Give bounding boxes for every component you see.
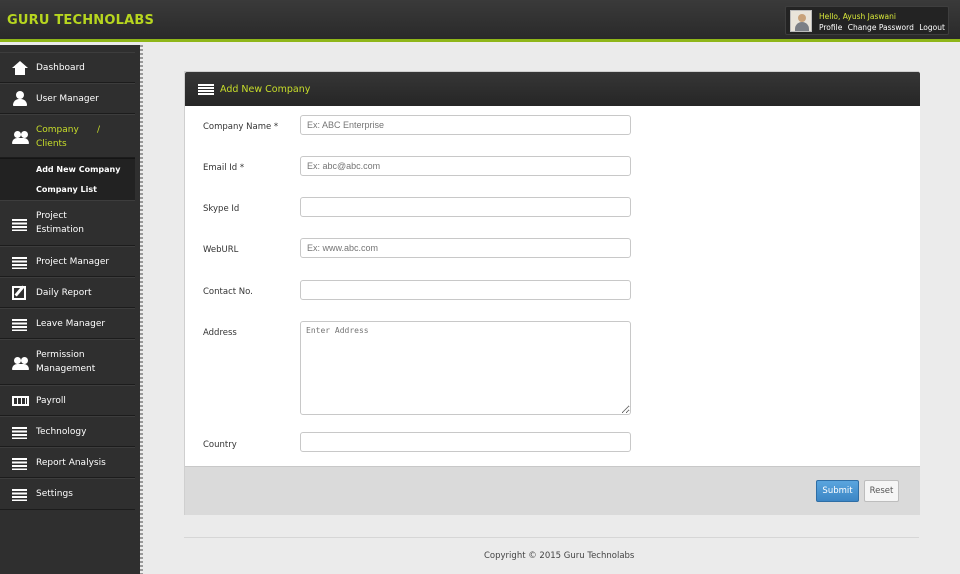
sidebar-item-settings[interactable]: Settings	[0, 478, 135, 510]
weburl-label: WebURL	[203, 245, 239, 255]
sidebar-item-daily-report[interactable]: Daily Report	[0, 277, 135, 308]
sidebar-item-label: Leave Manager	[36, 319, 106, 329]
sidebar-item-label-line2: Clients	[36, 139, 67, 149]
company-name-label: Company Name *	[203, 122, 279, 132]
sidebar-item-project-manager[interactable]: Project Manager	[0, 246, 135, 277]
list-icon	[12, 487, 29, 502]
list-icon	[12, 255, 29, 270]
sidebar-item-label: Daily Report	[36, 288, 92, 298]
footer-divider	[184, 537, 919, 538]
sidebar-separator: /	[97, 125, 101, 135]
sidebar-item-report-analysis[interactable]: Report Analysis	[0, 447, 135, 478]
panel-header: Add New Company	[185, 72, 920, 106]
sidebar: Dashboard User Manager Company / Clients…	[0, 45, 140, 574]
sidebar-item-label: Permission	[36, 350, 85, 360]
sidebar-item-label: Technology	[36, 427, 87, 437]
book-icon	[12, 393, 29, 408]
address-textarea[interactable]	[300, 321, 631, 415]
sidebar-item-permission-management[interactable]: Permission Management	[0, 339, 135, 385]
sidebar-item-leave-manager[interactable]: Leave Manager	[0, 308, 135, 339]
sidebar-item-dashboard[interactable]: Dashboard	[0, 52, 135, 83]
sidebar-item-label: Dashboard	[36, 63, 85, 73]
sidebar-item-project-estimation[interactable]: Project Estimation	[0, 200, 135, 246]
sidebar-item-label: Company	[36, 125, 79, 135]
group-icon	[12, 355, 29, 370]
user-panel: Hello, Ayush Jaswani Profile Change Pass…	[785, 6, 949, 35]
avatar	[790, 10, 812, 32]
email-input[interactable]	[300, 156, 631, 176]
form-actions: Submit Reset	[185, 466, 920, 515]
brand-logo-text[interactable]: GURU TECHNOLABS	[7, 13, 154, 28]
sidebar-item-label: Settings	[36, 489, 73, 499]
sidebar-item-label: User Manager	[36, 94, 99, 104]
user-greeting: Hello, Ayush Jaswani	[819, 12, 896, 21]
skype-input[interactable]	[300, 197, 631, 217]
company-name-input[interactable]	[300, 115, 631, 135]
sidebar-item-label: Report Analysis	[36, 458, 106, 468]
list-icon	[12, 456, 29, 471]
sidebar-item-technology[interactable]: Technology	[0, 416, 135, 447]
submenu-add-new-company[interactable]: Add New Company	[36, 165, 120, 174]
reset-button[interactable]: Reset	[864, 480, 899, 502]
sidebar-item-label: Project	[36, 211, 67, 221]
panel-title: Add New Company	[220, 84, 311, 95]
weburl-input[interactable]	[300, 238, 631, 258]
contact-input[interactable]	[300, 280, 631, 300]
user-icon	[12, 91, 29, 106]
list-icon	[12, 217, 29, 232]
edit-icon	[12, 286, 29, 301]
email-label: Email Id *	[203, 163, 245, 173]
user-links: Profile Change Password Logout	[819, 23, 948, 32]
country-label: Country	[203, 440, 237, 450]
logout-link[interactable]: Logout	[919, 23, 945, 32]
address-label: Address	[203, 328, 237, 338]
sidebar-item-label-line2: Management	[36, 364, 96, 374]
home-icon	[12, 61, 29, 76]
copyright-text: Copyright © 2015 Guru Technolabs	[484, 551, 635, 561]
list-icon	[12, 425, 29, 440]
sidebar-item-label: Payroll	[36, 396, 66, 406]
top-header: GURU TECHNOLABS Hello, Ayush Jaswani Pro…	[0, 0, 960, 42]
sidebar-item-company-clients[interactable]: Company / Clients	[0, 114, 135, 158]
list-icon	[12, 317, 29, 332]
add-company-panel: Add New Company Company Name * Email Id …	[184, 71, 920, 515]
company-submenu: Add New Company Company List	[0, 158, 135, 200]
profile-link[interactable]: Profile	[819, 23, 842, 32]
sidebar-item-user-manager[interactable]: User Manager	[0, 83, 135, 114]
submenu-company-list[interactable]: Company List	[36, 185, 97, 194]
sidebar-item-label: Project Manager	[36, 257, 110, 267]
change-password-link[interactable]: Change Password	[848, 23, 914, 32]
sidebar-item-label-line2: Estimation	[36, 225, 84, 235]
contact-label: Contact No.	[203, 287, 253, 297]
menu-icon	[198, 84, 214, 95]
sidebar-item-payroll[interactable]: Payroll	[0, 385, 135, 416]
country-input[interactable]	[300, 432, 631, 452]
company-form: Company Name * Email Id * Skype Id WebUR…	[185, 106, 920, 466]
submit-button[interactable]: Submit	[816, 480, 859, 502]
skype-label: Skype Id	[203, 204, 240, 214]
users-icon	[12, 129, 29, 144]
